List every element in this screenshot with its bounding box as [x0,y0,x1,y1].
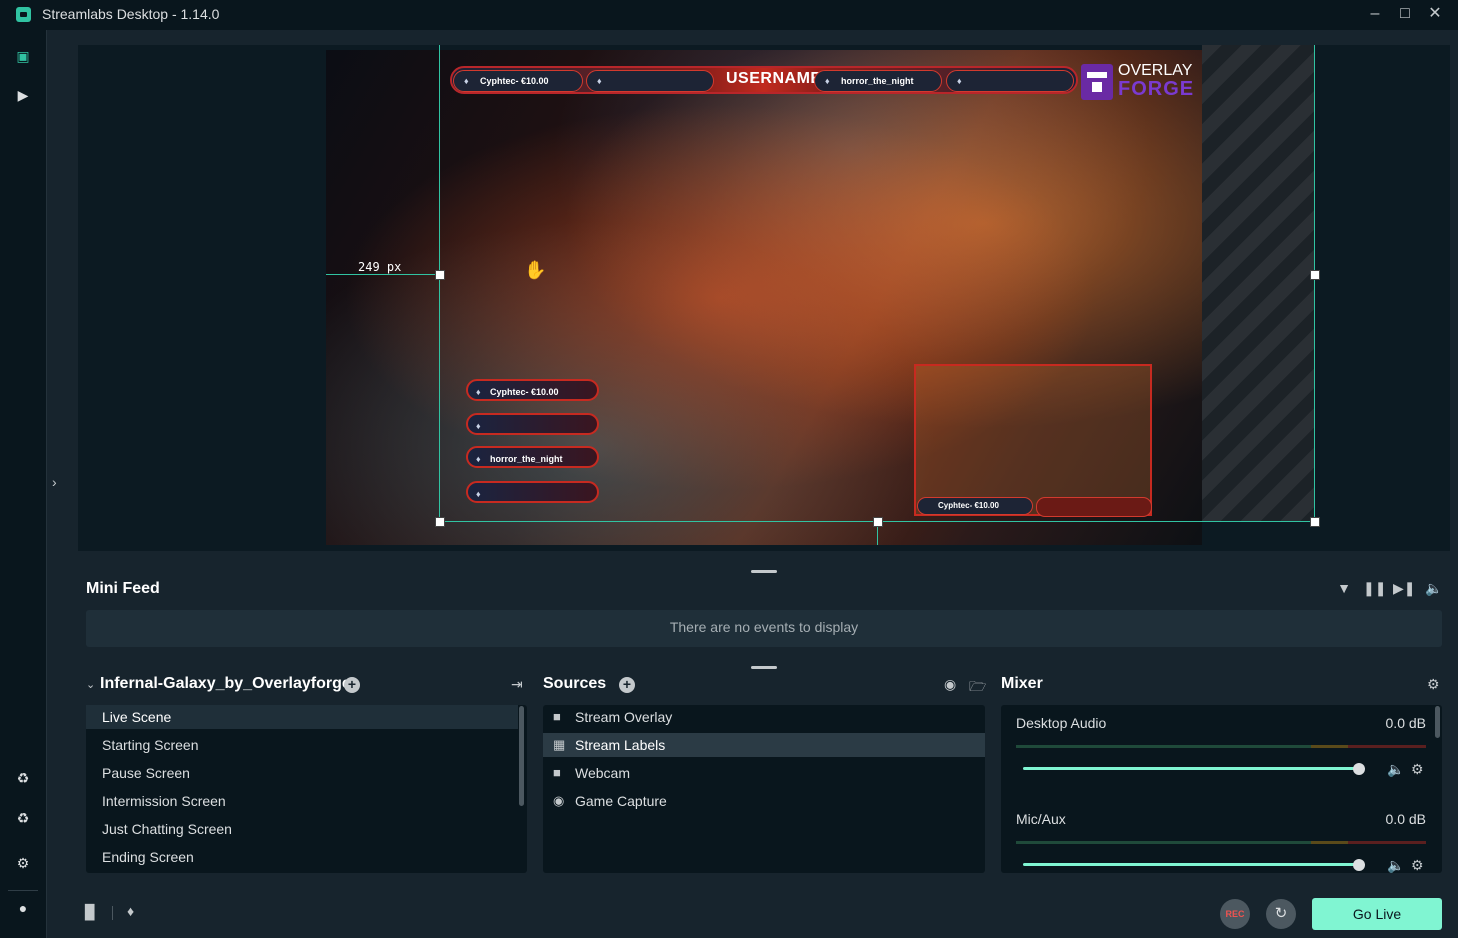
source-item-webcam[interactable]: ■ Webcam [543,761,985,785]
mixer-channel-name: Desktop Audio [1016,715,1107,731]
resize-splitter[interactable] [751,570,777,573]
studio-mode-icon[interactable]: ▣ [13,46,33,66]
theme-audit-icon[interactable]: ♻ [13,768,33,788]
resize-splitter[interactable] [751,666,777,669]
volume-slider-knob[interactable] [1353,763,1365,775]
scene-collection-name[interactable]: Infernal-Galaxy_by_Overlayforge [100,675,351,693]
add-folder-icon[interactable]: 🗁 [969,676,986,700]
play-icon[interactable]: ▶ [13,85,33,105]
resize-handle[interactable] [435,517,445,527]
volume-slider-knob[interactable] [1353,859,1365,871]
scene-item-ending-screen[interactable]: Ending Screen [86,845,518,869]
resize-handle[interactable] [873,517,883,527]
go-live-button[interactable]: Go Live [1312,898,1442,930]
scene-item-pause-screen[interactable]: Pause Screen [86,761,518,785]
mini-feed-empty-text: There are no events to display [669,619,859,635]
close-button[interactable]: ✕ [1420,0,1450,30]
overlay-top-label [586,70,714,92]
app-logo-icon [16,7,31,22]
mixer-channel-db: 0.0 dB [1385,715,1426,731]
overlay-top-label: horror_the_night [814,70,942,92]
source-item-game-capture[interactable]: ◉ Game Capture [543,789,985,813]
image-icon: ▦ [553,737,566,752]
title-bar: Streamlabs Desktop - 1.14.0 – □ ✕ [0,0,1458,30]
overlay-side-label: horror_the_night [466,446,599,470]
add-source-button[interactable]: + [619,677,635,693]
hand-cursor-icon: ✋ [524,260,547,280]
folder-icon: ■ [553,709,561,724]
overlay-side-label [466,481,599,505]
source-item-stream-overlay[interactable]: ■ Stream Overlay [543,705,985,729]
webcam-label-secondary [1036,497,1152,517]
mixer-scrollbar[interactable] [1435,706,1440,738]
overlay-side-label: Cyphtec- €10.00 [466,379,599,403]
stats-icon[interactable]: ▉ [85,904,96,921]
folder-icon: ■ [553,765,561,780]
volume-meter [1016,841,1426,844]
sources-title: Sources [543,675,607,692]
mute-icon[interactable]: 🔈 [1387,761,1404,778]
scene-item-just-chatting-screen[interactable]: Just Chatting Screen [86,817,518,841]
footer-divider [112,906,113,920]
nav-divider [8,890,38,891]
filter-icon[interactable]: ▼ [1334,580,1354,598]
overlay-username: USERNAME [726,70,822,87]
overlay-side-label [466,413,599,437]
resize-handle[interactable] [1310,517,1320,527]
distance-label: 249 px [358,260,402,274]
selection-border-right [1314,45,1315,522]
scene-transitions-icon[interactable]: ⇥ [511,676,523,693]
volume-meter [1016,745,1426,748]
volume-icon[interactable]: 🔈 [1424,580,1444,598]
source-item-label: Stream Labels [575,737,666,753]
source-item-label: Stream Overlay [575,709,673,725]
resize-handle[interactable] [1310,270,1320,280]
expand-panel-icon[interactable]: › [52,474,57,490]
overlay-top-label [946,70,1074,92]
mixer-title: Mixer [1001,675,1043,692]
app-store-icon[interactable]: ♻ [13,808,33,828]
window-title: Streamlabs Desktop - 1.14.0 [42,6,220,22]
mixer-channel-db: 0.0 dB [1385,811,1426,827]
collection-dropdown-icon[interactable]: ⌄ [86,678,95,691]
notifications-icon[interactable]: ♦ [127,903,134,919]
mixer-settings-icon[interactable]: ⚙ [1427,676,1440,693]
replay-buffer-icon[interactable]: ↻ [1266,899,1296,929]
mini-feed-title: Mini Feed [86,580,160,597]
mute-icon[interactable]: 🔈 [1387,857,1404,874]
resize-handle[interactable] [435,270,445,280]
skip-icon[interactable]: ▶❚ [1393,580,1416,598]
webcam-frame [914,364,1152,516]
webcam-label: Cyphtec- €10.00 [917,497,1033,515]
mixer-channel-name: Mic/Aux [1016,811,1066,827]
gamepad-icon: ◉ [553,793,565,808]
selection-border-left [439,45,440,522]
logo-text-line2: FORGE [1118,78,1195,100]
source-item-label: Webcam [575,765,630,781]
settings-icon[interactable]: ⚙ [13,853,33,873]
add-scene-button[interactable]: + [344,677,360,693]
selective-recording-icon[interactable]: ◉ [944,676,956,693]
distance-guide-line [326,274,439,275]
left-navigation: ▣ ▶ ♻ ♻ ⚙ ● [0,30,47,938]
user-icon[interactable]: ● [13,898,33,918]
volume-slider-track[interactable] [1023,767,1359,770]
overlay-top-label: Cyphtec- €10.00 [453,70,583,92]
out-of-bounds-area [1202,45,1315,521]
scene-item-intermission-screen[interactable]: Intermission Screen [86,789,518,813]
source-item-label: Game Capture [575,793,667,809]
maximize-button[interactable]: □ [1390,0,1420,30]
scene-item-starting-screen[interactable]: Starting Screen [86,733,518,757]
source-item-stream-labels[interactable]: ▦ Stream Labels [543,733,985,757]
record-button[interactable]: REC [1220,899,1250,929]
scene-item-live-scene[interactable]: Live Scene [86,705,518,729]
minimize-button[interactable]: – [1360,0,1390,30]
pause-icon[interactable]: ❚❚ [1363,580,1386,598]
volume-slider-track[interactable] [1023,863,1359,866]
overlayforge-logo-icon [1081,64,1113,100]
channel-settings-icon[interactable]: ⚙ [1411,761,1424,778]
channel-settings-icon[interactable]: ⚙ [1411,857,1424,874]
scenes-scrollbar[interactable] [519,706,524,806]
